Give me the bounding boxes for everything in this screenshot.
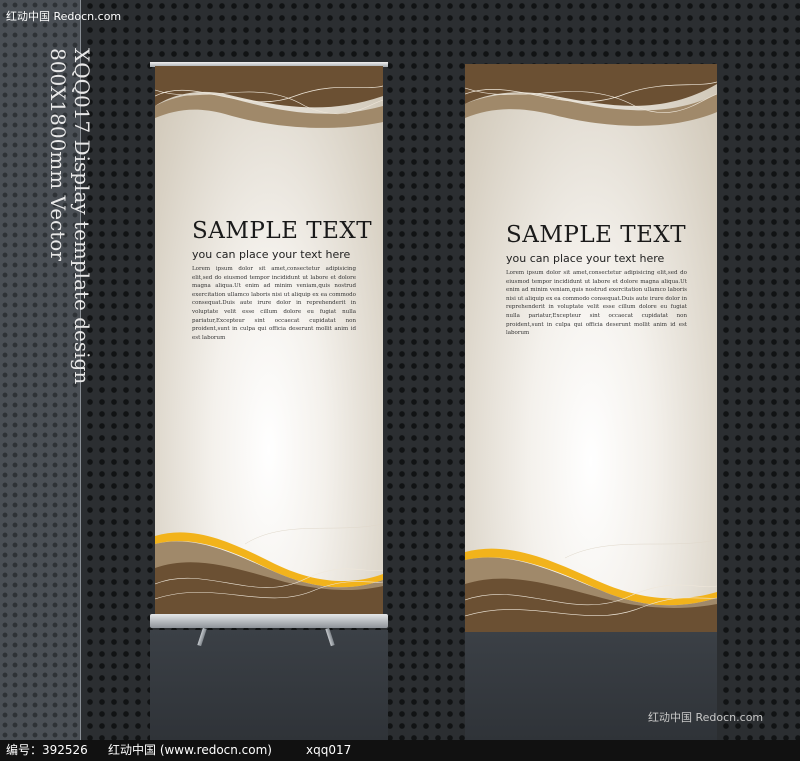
footer-bar: 编号：392526 红动中国 (www.redocn.com) xqq017 — [0, 740, 800, 761]
banner-subheading: you can place your text here — [192, 248, 351, 261]
watermark-top-left: 红动中国 Redocn.com — [6, 10, 122, 23]
top-wave-graphic — [465, 64, 717, 126]
footer-id: 编号：392526 — [6, 743, 88, 757]
top-wave-graphic — [155, 66, 383, 128]
side-title: XQQ017 Display template design 800X1800m… — [46, 48, 94, 384]
right-banner-text: SAMPLE TEXT you can place your text here… — [465, 222, 717, 338]
bottom-wave-graphic — [465, 540, 717, 632]
banner-heading: SAMPLE TEXT — [192, 218, 373, 244]
side-title-line2: 800X1800mm Vector — [46, 48, 70, 261]
footer-site: 红动中国 (www.redocn.com) — [108, 743, 272, 757]
banner-body-text: Lorem ipsum dolor sit amet,consectetur a… — [192, 266, 356, 341]
banner-body-text: Lorem ipsum dolor sit amet,consectetur a… — [506, 270, 687, 337]
right-banner: SAMPLE TEXT you can place your text here… — [465, 64, 717, 632]
left-banner: SAMPLE TEXT you can place your text here… — [155, 66, 383, 614]
footer-code: xqq017 — [306, 743, 352, 757]
left-stand-floor — [150, 630, 388, 740]
watermark-bottom-right: 红动中国 Redocn.com — [648, 711, 764, 724]
left-stand-base — [150, 614, 388, 628]
banner-heading: SAMPLE TEXT — [506, 222, 687, 248]
side-title-line1: XQQ017 Display template design — [70, 48, 94, 385]
left-banner-text: SAMPLE TEXT you can place your text here… — [155, 218, 383, 342]
banner-subheading: you can place your text here — [506, 252, 665, 265]
bottom-wave-graphic — [155, 524, 383, 614]
background-perforated-metal: 红动中国 Redocn.com XQQ017 Display template … — [0, 0, 800, 740]
